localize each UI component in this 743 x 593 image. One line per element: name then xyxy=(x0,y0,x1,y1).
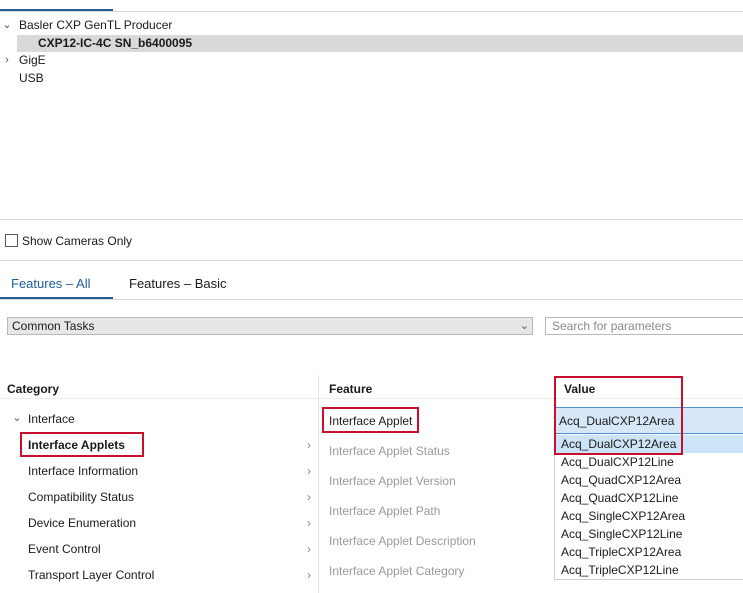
highlight-box-interface-applet xyxy=(322,407,419,433)
category-root-interface[interactable]: Interface xyxy=(28,411,75,427)
divider xyxy=(0,219,743,220)
top-tab-strip xyxy=(0,0,743,12)
feature-filter-dropdown[interactable]: Common Tasks ⌄ xyxy=(7,317,533,335)
tab-features-all[interactable]: Features – All xyxy=(11,271,91,299)
category-item-compatibility-status[interactable]: Compatibility Status xyxy=(28,489,134,505)
chevron-down-icon: ⌄ xyxy=(519,320,529,332)
feature-interface-applet-description: Interface Applet Description xyxy=(329,534,476,548)
chevron-down-icon[interactable]: ⌄ xyxy=(0,17,14,34)
tab-features-basic[interactable]: Features – Basic xyxy=(129,271,227,299)
dropdown-option[interactable]: Acq_QuadCXP12Area xyxy=(555,471,743,489)
feature-header: Feature xyxy=(329,382,373,396)
chevron-right-icon: › xyxy=(307,516,311,530)
feature-interface-applet-category: Interface Applet Category xyxy=(329,564,465,578)
dropdown-option[interactable]: Acq_TripleCXP12Line xyxy=(555,561,743,579)
dropdown-option[interactable]: Acq_SingleCXP12Line xyxy=(555,525,743,543)
selected-device-row[interactable]: CXP12-IC-4C SN_b6400095 xyxy=(17,35,743,52)
chevron-right-icon: › xyxy=(307,542,311,556)
chevron-right-icon: › xyxy=(307,568,311,582)
tree-node-label: GigE xyxy=(19,53,46,67)
chevron-right-icon: › xyxy=(307,464,311,478)
highlight-box-value xyxy=(554,376,683,455)
tree-node-label: Basler CXP GenTL Producer xyxy=(19,18,173,32)
chevron-right-icon: › xyxy=(307,438,311,452)
feature-interface-applet-version: Interface Applet Version xyxy=(329,474,456,488)
dropdown-option[interactable]: Acq_QuadCXP12Line xyxy=(555,489,743,507)
chevron-right-icon[interactable]: › xyxy=(0,52,14,69)
dropdown-option[interactable]: Acq_SingleCXP12Area xyxy=(555,507,743,525)
device-label: CXP12-IC-4C SN_b6400095 xyxy=(38,36,193,50)
category-header: Category xyxy=(7,382,60,396)
feature-interface-applet-path: Interface Applet Path xyxy=(329,504,441,518)
active-tab-indicator xyxy=(0,9,113,11)
category-item-device-enumeration[interactable]: Device Enumeration xyxy=(28,515,136,531)
dropdown-option[interactable]: Acq_TripleCXP12Area xyxy=(555,543,743,561)
tab-divider xyxy=(0,299,743,300)
column-divider xyxy=(318,375,319,593)
category-item-interface-information[interactable]: Interface Information xyxy=(28,463,138,479)
show-cameras-only-checkbox[interactable] xyxy=(5,234,18,247)
search-placeholder: Search for parameters xyxy=(552,319,672,333)
category-item-transport-layer-control[interactable]: Transport Layer Control xyxy=(28,567,154,583)
chevron-right-icon: › xyxy=(307,490,311,504)
tree-node-label: USB xyxy=(19,71,44,85)
search-input[interactable]: Search for parameters xyxy=(545,317,743,335)
chevron-down-icon[interactable]: ⌄ xyxy=(10,410,24,426)
highlight-box-interface-applets xyxy=(20,432,144,457)
category-item-event-control[interactable]: Event Control xyxy=(28,541,101,557)
feature-filter-value: Common Tasks xyxy=(12,319,95,333)
dropdown-option[interactable]: Acq_DualCXP12Line xyxy=(555,453,743,471)
feature-interface-applet-status: Interface Applet Status xyxy=(329,444,450,458)
interface-applet-dropdown-list: Acq_DualCXP12Area Acq_DualCXP12Line Acq_… xyxy=(554,434,743,580)
show-cameras-only-label: Show Cameras Only xyxy=(22,234,133,248)
divider xyxy=(0,260,743,261)
